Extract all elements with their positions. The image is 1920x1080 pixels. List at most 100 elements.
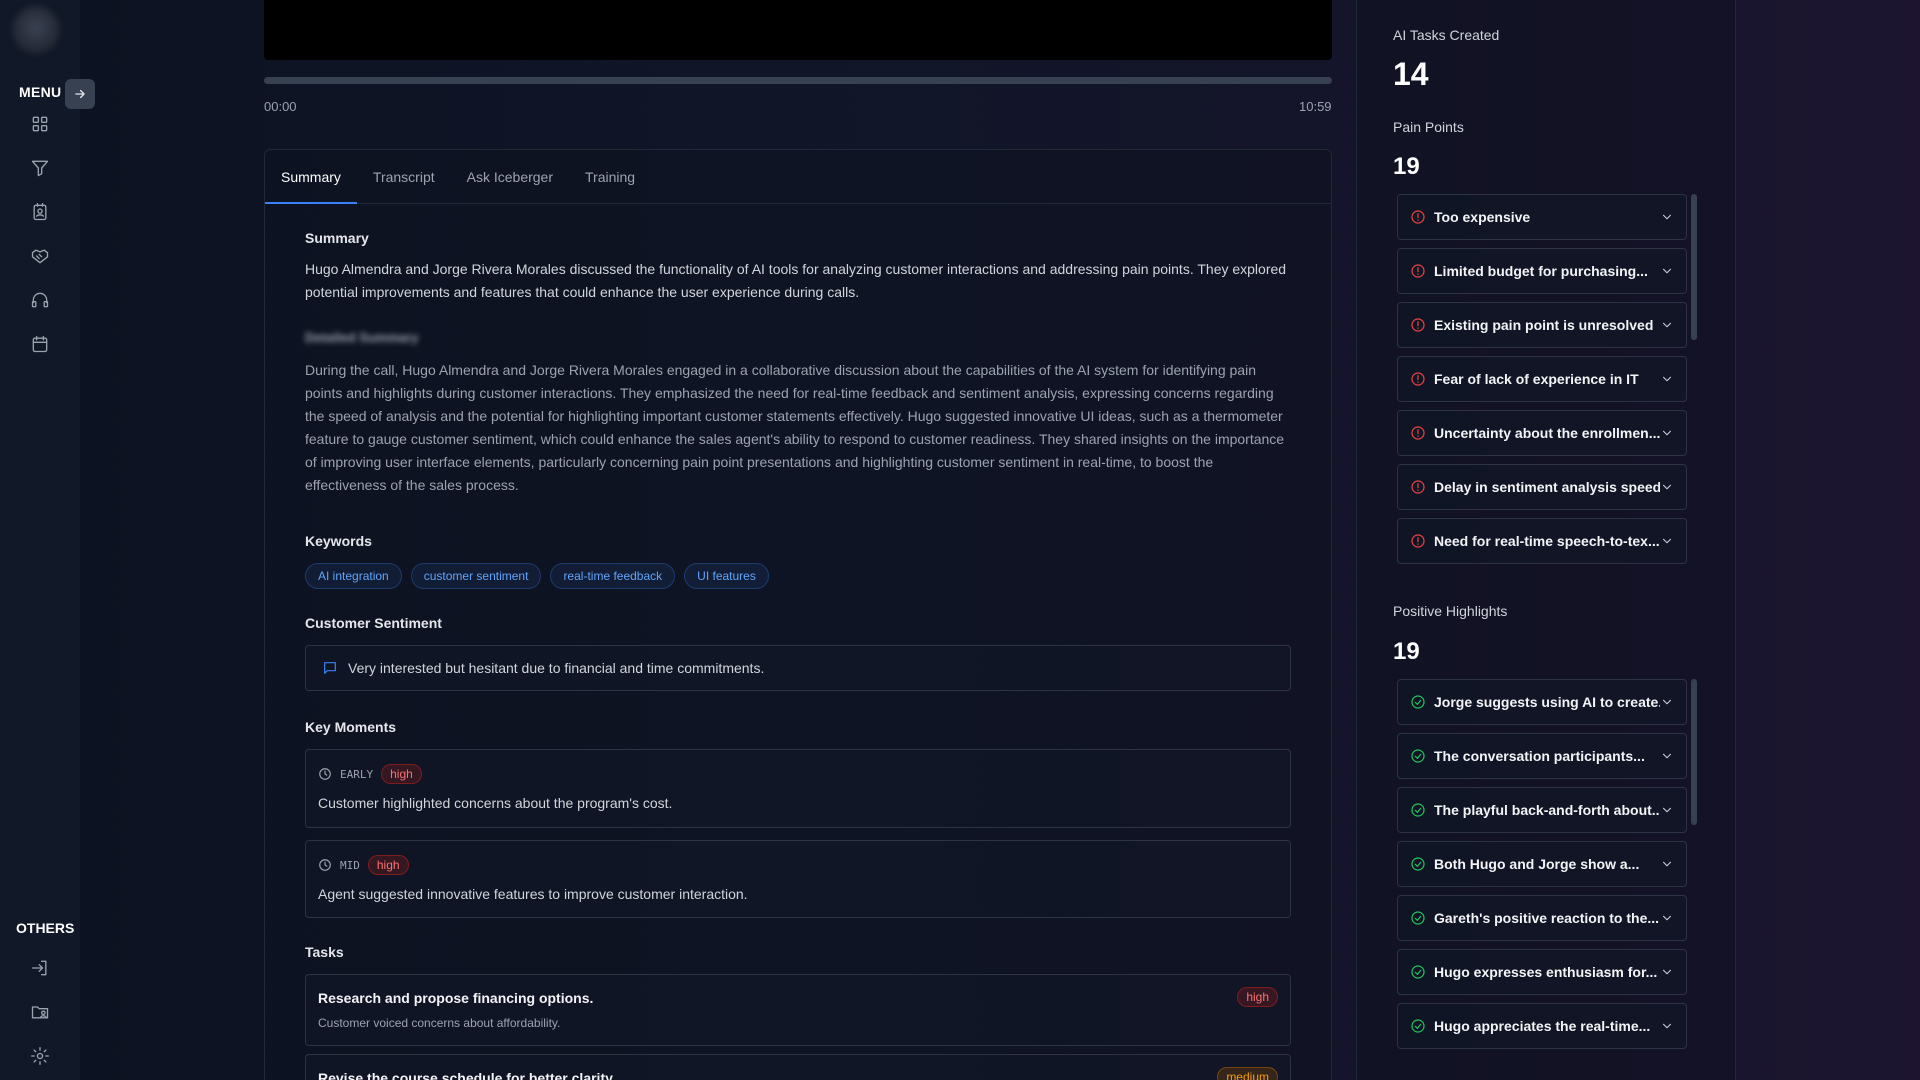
- item-label: Gareth's positive reaction to the...: [1434, 910, 1660, 926]
- pain-point-item[interactable]: Fear of lack of experience in IT: [1397, 356, 1687, 402]
- keyword-chip[interactable]: real-time feedback: [550, 563, 676, 589]
- check-circle-icon: [1410, 694, 1426, 710]
- detailed-summary-text: During the call, Hugo Almendra and Jorge…: [305, 362, 1285, 493]
- tab-ask-iceberger[interactable]: Ask Iceberger: [451, 150, 569, 203]
- insights-panel: AI Tasks Created 14 Pain Points 19 Too e…: [1356, 0, 1736, 1080]
- check-circle-icon: [1410, 802, 1426, 818]
- playback-progress-bar[interactable]: [264, 77, 1332, 84]
- pain-points-scrollbar[interactable]: [1691, 194, 1697, 340]
- moment-phase: EARLY: [340, 767, 374, 781]
- task-description: Customer voiced concerns about affordabi…: [318, 1016, 561, 1030]
- moment-text: Agent suggested innovative features to i…: [318, 886, 748, 902]
- highlight-item[interactable]: Hugo appreciates the real-time...: [1397, 1003, 1687, 1049]
- importance-badge: high: [381, 764, 422, 784]
- tab-summary[interactable]: Summary: [265, 150, 357, 204]
- item-label: Need for real-time speech-to-tex...: [1434, 533, 1660, 549]
- task-title: Research and propose financing options.: [318, 990, 594, 1006]
- chevron-down-icon[interactable]: [1660, 318, 1674, 332]
- task-card[interactable]: Research and propose financing options. …: [305, 974, 1291, 1046]
- keyword-chip[interactable]: AI integration: [305, 563, 402, 589]
- pain-point-item[interactable]: Need for real-time speech-to-tex...: [1397, 518, 1687, 564]
- chevron-down-icon[interactable]: [1660, 695, 1674, 709]
- check-circle-icon: [1410, 748, 1426, 764]
- highlight-item[interactable]: The conversation participants...: [1397, 733, 1687, 779]
- keyword-chip[interactable]: UI features: [684, 563, 769, 589]
- alert-circle-icon: [1410, 479, 1426, 495]
- pain-point-item[interactable]: Existing pain point is unresolved: [1397, 302, 1687, 348]
- headset-icon[interactable]: [28, 288, 52, 312]
- contacts-icon[interactable]: [28, 200, 52, 224]
- moment-text: Customer highlighted concerns about the …: [318, 795, 673, 811]
- ai-tasks-count: 14: [1393, 56, 1429, 92]
- highlights-scrollbar[interactable]: [1691, 679, 1697, 825]
- dashboard-icon[interactable]: [28, 112, 52, 136]
- sentiment-box: Very interested but hesitant due to fina…: [305, 645, 1291, 691]
- folder-user-icon[interactable]: [28, 1000, 52, 1024]
- chevron-down-icon[interactable]: [1660, 264, 1674, 278]
- highlight-item[interactable]: Both Hugo and Jorge show a...: [1397, 841, 1687, 887]
- positive-highlights-label: Positive Highlights: [1393, 603, 1508, 619]
- chevron-down-icon[interactable]: [1660, 857, 1674, 871]
- clock-icon: [319, 768, 331, 780]
- chevron-down-icon[interactable]: [1660, 749, 1674, 763]
- filter-icon[interactable]: [28, 156, 52, 180]
- alert-circle-icon: [1410, 533, 1426, 549]
- keywords-list: AI integration customer sentiment real-t…: [305, 563, 1291, 589]
- moment-phase: MID: [340, 858, 360, 872]
- alert-circle-icon: [1410, 209, 1426, 225]
- item-label: Limited budget for purchasing...: [1434, 263, 1648, 279]
- handshake-icon[interactable]: [28, 244, 52, 268]
- highlight-item[interactable]: The playful back-and-forth about...: [1397, 787, 1687, 833]
- tab-bar: Summary Transcript Ask Iceberger Trainin…: [265, 150, 1331, 204]
- tasks-heading: Tasks: [305, 944, 344, 960]
- key-moments-heading: Key Moments: [305, 719, 397, 735]
- video-player[interactable]: [264, 0, 1332, 60]
- importance-badge: high: [367, 855, 409, 875]
- chevron-down-icon[interactable]: [1660, 426, 1674, 440]
- check-circle-icon: [1410, 856, 1426, 872]
- chevron-down-icon[interactable]: [1660, 480, 1674, 494]
- message-icon: [324, 662, 336, 674]
- item-label: Jorge suggests using AI to create...: [1434, 694, 1660, 710]
- chevron-down-icon[interactable]: [1660, 965, 1674, 979]
- chevron-down-icon[interactable]: [1660, 534, 1674, 548]
- pain-point-item[interactable]: Limited budget for purchasing...: [1397, 248, 1687, 294]
- tab-transcript[interactable]: Transcript: [357, 150, 451, 203]
- avatar[interactable]: [12, 6, 60, 54]
- keyword-chip[interactable]: customer sentiment: [410, 563, 542, 589]
- check-circle-icon: [1410, 1018, 1426, 1034]
- sidebar: MENU OTHERS: [0, 0, 95, 1080]
- pain-point-item[interactable]: Delay in sentiment analysis speed: [1397, 464, 1687, 510]
- key-moment-card: EARLY high Customer highlighted concerns…: [305, 749, 1291, 828]
- tab-training[interactable]: Training: [569, 150, 651, 203]
- highlights-count: 19: [1393, 638, 1420, 665]
- highlights-list: Jorge suggests using AI to create... The …: [1397, 679, 1687, 1061]
- expand-menu-button[interactable]: [65, 79, 95, 109]
- highlight-item[interactable]: Gareth's positive reaction to the...: [1397, 895, 1687, 941]
- detailed-summary-heading: Detailed Summary: [305, 330, 419, 345]
- pain-point-item[interactable]: Too expensive: [1397, 194, 1687, 240]
- item-label: Both Hugo and Jorge show a...: [1434, 856, 1640, 872]
- call-details-panel: Summary Transcript Ask Iceberger Trainin…: [264, 149, 1332, 1080]
- highlight-item[interactable]: Hugo expresses enthusiasm for...: [1397, 949, 1687, 995]
- priority-badge: medium: [1217, 1067, 1278, 1080]
- chevron-down-icon[interactable]: [1660, 911, 1674, 925]
- item-label: Existing pain point is unresolved: [1434, 317, 1654, 333]
- item-label: The playful back-and-forth about...: [1434, 802, 1660, 818]
- item-label: Fear of lack of experience in IT: [1434, 371, 1639, 387]
- item-label: The conversation participants...: [1434, 748, 1645, 764]
- chevron-down-icon[interactable]: [1660, 372, 1674, 386]
- chevron-down-icon[interactable]: [1660, 210, 1674, 224]
- duration: 10:59: [1299, 99, 1332, 114]
- chevron-down-icon[interactable]: [1660, 1019, 1674, 1033]
- item-label: Hugo expresses enthusiasm for...: [1434, 964, 1658, 980]
- highlight-item[interactable]: Jorge suggests using AI to create...: [1397, 679, 1687, 725]
- logout-icon[interactable]: [28, 956, 52, 980]
- menu-label: MENU: [19, 84, 62, 100]
- calendar-icon[interactable]: [28, 332, 52, 356]
- task-card[interactable]: Revise the course schedule for better cl…: [305, 1054, 1291, 1080]
- settings-icon[interactable]: [28, 1044, 52, 1068]
- chevron-down-icon[interactable]: [1660, 803, 1674, 817]
- pain-points-list: Too expensive Limited budget for purchasi…: [1397, 194, 1687, 576]
- pain-point-item[interactable]: Uncertainty about the enrollmen...: [1397, 410, 1687, 456]
